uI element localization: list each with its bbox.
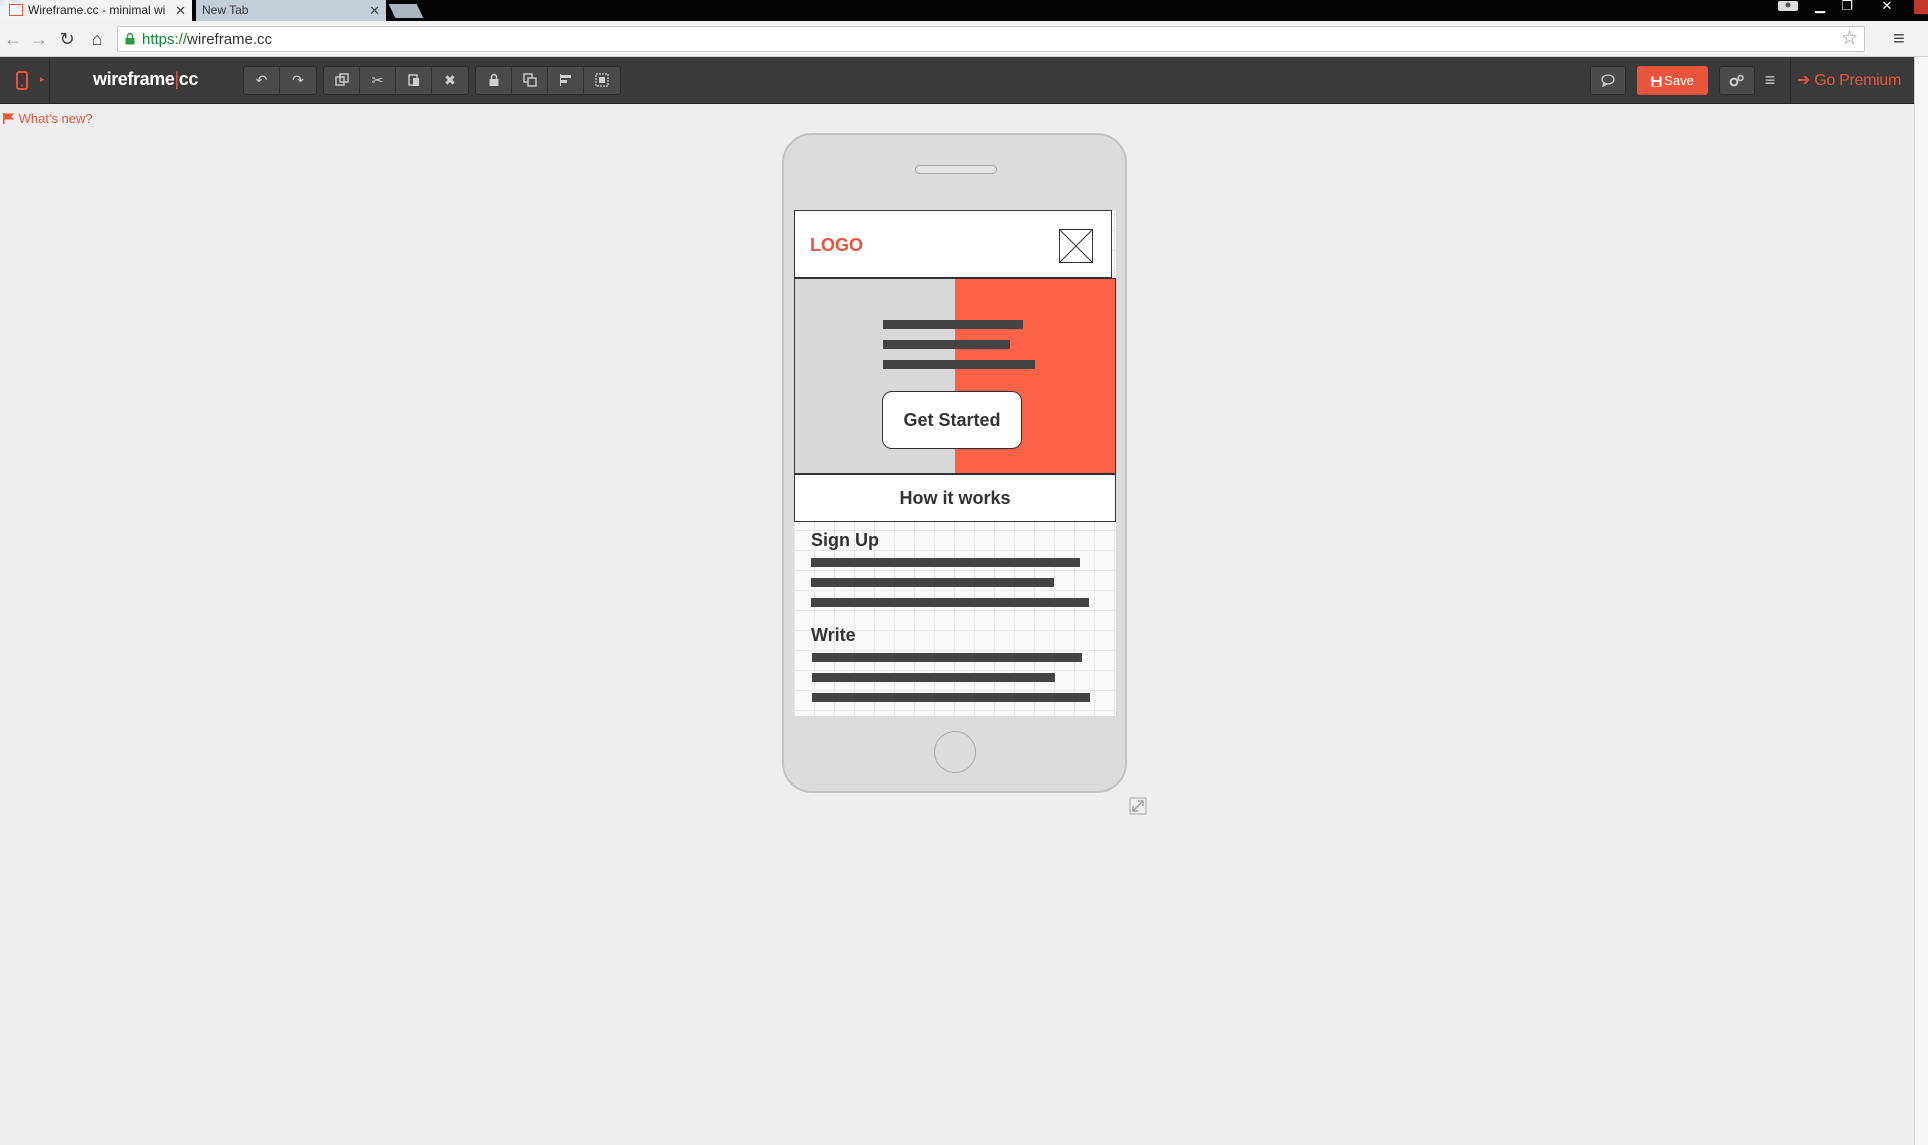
restore-icon[interactable]: ❐ <box>1836 0 1858 14</box>
how-it-works-heading[interactable]: How it works <box>794 474 1116 522</box>
side-panel-edge <box>1914 57 1928 1145</box>
phone-screen-canvas[interactable]: LOGO Get Started How it works Sign Up Wr… <box>794 210 1116 716</box>
minimize-icon[interactable]: ▁ <box>1810 0 1830 14</box>
phone-speaker <box>915 165 997 174</box>
url-text: https://wireframe.cc <box>142 31 273 48</box>
browser-tab-new-tab[interactable]: New Tab ✕ <box>196 0 386 21</box>
delete-icon[interactable]: ✖ <box>432 67 468 94</box>
lock-element-icon[interactable] <box>476 67 512 94</box>
premium-label: Go Premium <box>1814 72 1902 89</box>
reload-icon[interactable]: ↻ <box>56 28 78 50</box>
device-selector-button[interactable]: ▸ <box>0 57 50 104</box>
phone-frame: LOGO Get Started How it works Sign Up Wr… <box>782 133 1127 793</box>
resize-expand-icon[interactable] <box>1129 797 1147 815</box>
image-placeholder-icon[interactable] <box>1059 229 1093 263</box>
mobile-phone-icon <box>16 71 28 90</box>
bookmark-star-icon[interactable]: ☆ <box>1841 29 1858 49</box>
undo-icon[interactable]: ↶ <box>244 67 280 94</box>
close-icon[interactable]: ✕ <box>175 0 186 21</box>
step-text-line[interactable] <box>811 558 1080 567</box>
arrow-right-icon: ➔ <box>1797 72 1811 89</box>
clipboard-toolbar-group: ✂ ✖ <box>323 66 469 95</box>
speech-bubble-icon <box>1601 74 1615 88</box>
save-label: Save <box>1664 73 1694 88</box>
tab-title: Wireframe.cc - minimal wi <box>28 3 166 17</box>
paste-icon[interactable] <box>396 67 432 94</box>
hero-text-line[interactable] <box>883 360 1035 369</box>
mockup-hero[interactable]: Get Started <box>794 278 1116 474</box>
step-text-line[interactable] <box>811 578 1054 587</box>
mockup-header[interactable]: LOGO <box>794 210 1112 278</box>
close-icon[interactable]: ✕ <box>369 0 380 21</box>
phone-home-button <box>934 731 976 773</box>
step-text-line[interactable] <box>812 673 1055 682</box>
home-icon[interactable]: ⌂ <box>86 28 108 50</box>
comments-button[interactable] <box>1590 66 1626 95</box>
step-title-sign-up[interactable]: Sign Up <box>811 530 879 551</box>
arrange-toolbar-group <box>475 66 621 95</box>
profile-icon[interactable] <box>1776 0 1800 14</box>
browser-menu-icon[interactable]: ≡ <box>1888 28 1910 50</box>
hero-text-line[interactable] <box>883 320 1023 329</box>
cut-icon[interactable]: ✂ <box>360 67 396 94</box>
bring-forward-icon[interactable] <box>512 67 548 94</box>
lock-icon <box>125 33 135 45</box>
tab-title: New Tab <box>202 3 249 17</box>
history-toolbar-group: ↶ ↷ <box>243 66 317 95</box>
align-left-icon[interactable] <box>548 67 584 94</box>
browser-tab-strip: Wireframe.cc - minimal wi ✕ New Tab ✕ ▁ … <box>0 0 1928 21</box>
redo-icon[interactable]: ↷ <box>280 67 316 94</box>
mockup-logo: LOGO <box>810 235 863 255</box>
step-text-line[interactable] <box>812 693 1090 702</box>
back-arrow-icon[interactable]: ← <box>2 28 24 50</box>
group-icon[interactable] <box>584 67 620 94</box>
url-input[interactable]: https://wireframe.cc ☆ <box>117 26 1865 52</box>
settings-button[interactable] <box>1719 66 1755 95</box>
duplicate-icon[interactable] <box>324 67 360 94</box>
step-title-write[interactable]: Write <box>811 625 856 646</box>
caret-right-icon: ▸ <box>40 74 45 84</box>
browser-address-bar: ← → ↻ ⌂ https://wireframe.cc ☆ ≡ <box>0 21 1928 57</box>
step-text-line[interactable] <box>811 598 1089 607</box>
close-window-icon[interactable]: ✕ <box>1874 0 1900 14</box>
forward-arrow-icon[interactable]: → <box>28 28 50 50</box>
app-toolbar: ▸ wireframe|cc ↶ ↷ ✂ ✖ Save ≡ ➔ Go Premi… <box>0 57 1914 104</box>
browser-tab-wireframe[interactable]: Wireframe.cc - minimal wi ✕ <box>0 0 192 21</box>
go-premium-link[interactable]: ➔ Go Premium <box>1790 57 1901 104</box>
save-button[interactable]: Save <box>1637 66 1708 95</box>
close-window-edge[interactable] <box>1914 0 1928 14</box>
hamburger-menu-icon[interactable]: ≡ <box>1760 71 1780 91</box>
whats-new-label: What's new? <box>18 111 93 126</box>
gears-icon <box>1729 74 1744 87</box>
floppy-disk-icon <box>1651 76 1662 87</box>
hero-text-line[interactable] <box>883 340 1010 349</box>
wireframe-favicon-icon <box>9 4 23 16</box>
get-started-button[interactable]: Get Started <box>882 391 1022 449</box>
flag-icon <box>3 113 14 124</box>
brand-logo: wireframe|cc <box>93 69 198 89</box>
whats-new-link[interactable]: What's new? <box>3 111 93 126</box>
step-text-line[interactable] <box>812 653 1082 662</box>
new-tab-button[interactable] <box>388 4 424 18</box>
